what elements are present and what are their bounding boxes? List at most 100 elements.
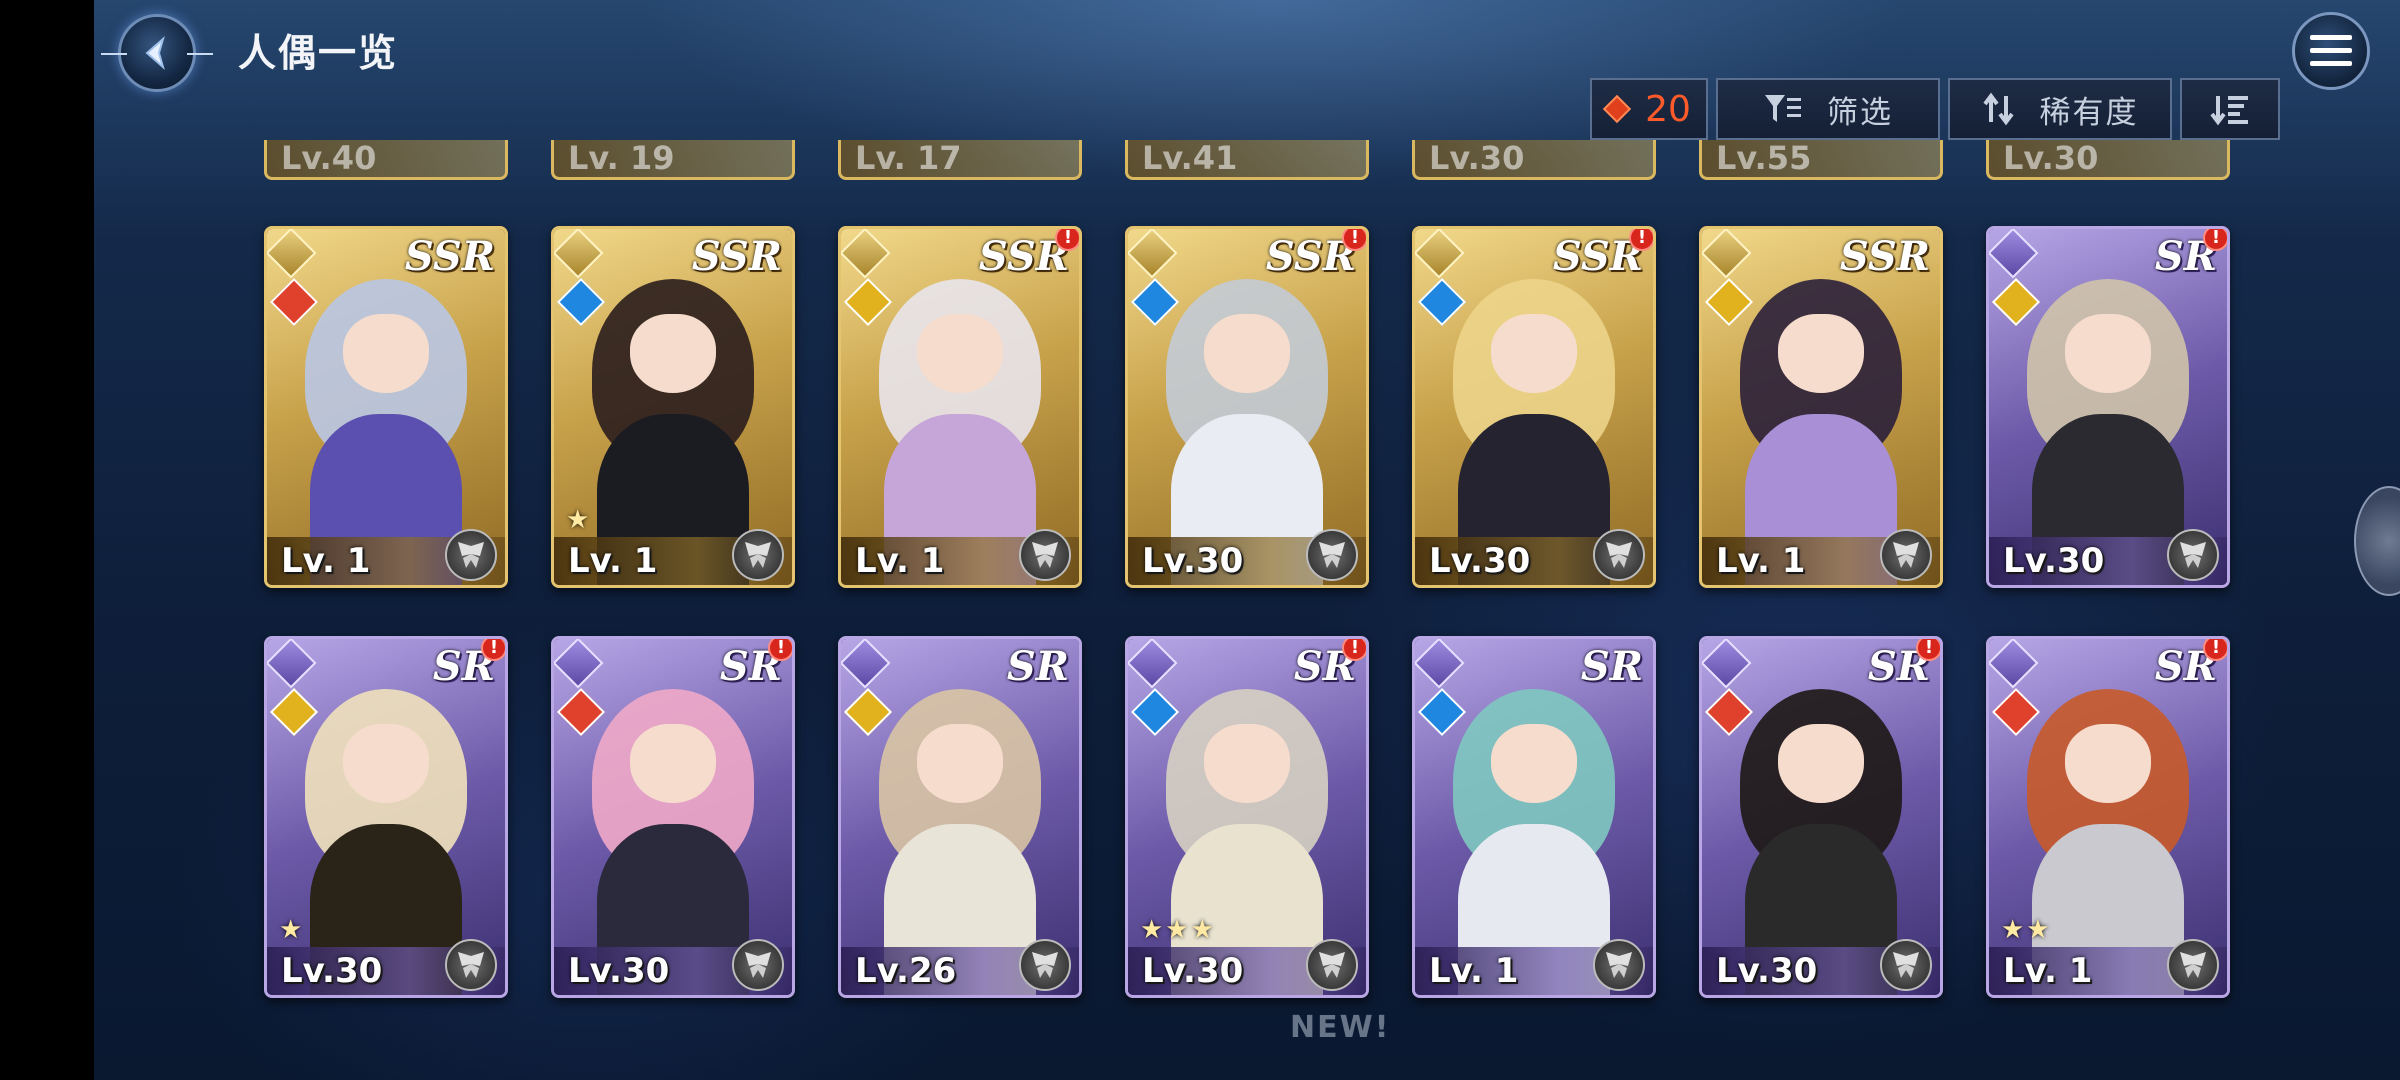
portrait-face xyxy=(630,314,716,393)
doll-level: Lv.30 xyxy=(2003,541,2105,581)
portrait-face xyxy=(343,724,429,803)
doll-card[interactable]: SR ! Lv.30 xyxy=(551,636,795,998)
alert-icon: ! xyxy=(2203,229,2227,251)
partial-card-level: Lv.55 xyxy=(1716,140,1812,177)
partial-card[interactable]: Lv. 17 xyxy=(838,140,1082,180)
sort-order-button[interactable] xyxy=(2180,78,2280,140)
sort-descending-icon xyxy=(2210,96,2248,126)
moth-emblem-icon xyxy=(1306,529,1358,581)
portrait-face xyxy=(917,724,1003,803)
moth-emblem-icon xyxy=(1019,529,1071,581)
moth-emblem-icon xyxy=(445,529,497,581)
black-side-bar xyxy=(0,0,94,1080)
alert-icon: ! xyxy=(768,639,792,661)
rarity-badge: SSR xyxy=(404,233,495,280)
moth-emblem-icon xyxy=(1880,529,1932,581)
alert-icon: ! xyxy=(2203,639,2227,661)
menu-button[interactable] xyxy=(2292,12,2370,90)
doll-level: Lv.30 xyxy=(1142,541,1244,581)
doll-card[interactable]: SR ! ★★★ Lv.30 xyxy=(1125,636,1369,998)
partial-card[interactable]: Lv.41 xyxy=(1125,140,1369,180)
doll-card[interactable]: SSR Lv. 1 xyxy=(264,226,508,588)
moth-emblem-icon xyxy=(445,939,497,991)
moth-emblem-icon xyxy=(732,939,784,991)
doll-card[interactable]: SSR ! Lv.30 xyxy=(1125,226,1369,588)
partial-card-level: Lv. 19 xyxy=(568,140,675,177)
moth-emblem-icon xyxy=(1306,939,1358,991)
doll-card[interactable]: SR ! ★★ Lv. 1 xyxy=(1986,636,2230,998)
doll-level: Lv. 1 xyxy=(2003,951,2093,991)
back-button[interactable] xyxy=(101,14,213,92)
portrait-face xyxy=(917,314,1003,393)
doll-card[interactable]: SR Lv.26 xyxy=(838,636,1082,998)
alert-icon: ! xyxy=(1916,639,1940,661)
doll-card[interactable]: SSR ! Lv. 1 xyxy=(838,226,1082,588)
portrait-face xyxy=(343,314,429,393)
doll-card[interactable]: SSR ★ Lv. 1 xyxy=(551,226,795,588)
page-title: 人偶一览 xyxy=(238,31,399,75)
moth-emblem-icon xyxy=(2167,529,2219,581)
alert-icon: ! xyxy=(1629,229,1653,251)
partial-card-level: Lv.30 xyxy=(1429,140,1525,177)
doll-level: Lv.30 xyxy=(1142,951,1244,991)
doll-card[interactable]: SR ! ★ Lv.30 xyxy=(264,636,508,998)
partial-card-level: Lv.30 xyxy=(2003,140,2099,177)
filter-icon xyxy=(1765,95,1801,122)
partial-card-level: Lv.41 xyxy=(1142,140,1238,177)
rarity-badge: SSR xyxy=(1839,233,1930,280)
back-arrow-icon xyxy=(145,36,165,70)
doll-level: Lv. 1 xyxy=(855,541,945,581)
doll-level: Lv. 1 xyxy=(568,541,658,581)
doll-card[interactable]: SSR Lv. 1 xyxy=(1699,226,1943,588)
rarity-badge: SR xyxy=(1006,643,1069,690)
doll-level: Lv. 1 xyxy=(1716,541,1806,581)
portrait-face xyxy=(630,724,716,803)
star-rating: ★ xyxy=(279,915,305,945)
star-rating: ★ xyxy=(566,505,592,535)
partial-card[interactable]: Lv.30 xyxy=(1412,140,1656,180)
doll-count-display: 20 xyxy=(1590,78,1708,140)
partial-card-level: Lv. 17 xyxy=(855,140,962,177)
alert-icon: ! xyxy=(1342,639,1366,661)
doll-level: Lv.30 xyxy=(1429,541,1531,581)
moth-emblem-icon xyxy=(732,529,784,581)
doll-level: Lv.26 xyxy=(855,951,957,991)
rarity-sort-button[interactable]: 稀有度 xyxy=(1948,78,2172,140)
portrait-face xyxy=(1491,314,1577,393)
partial-card[interactable]: Lv.55 xyxy=(1699,140,1943,180)
doll-level: Lv.30 xyxy=(568,951,670,991)
new-label: NEW! xyxy=(1290,1010,1391,1045)
portrait-face xyxy=(1491,724,1577,803)
partial-card[interactable]: Lv.30 xyxy=(1986,140,2230,180)
alert-icon: ! xyxy=(1055,229,1079,251)
rarity-label: 稀有度 xyxy=(2039,94,2139,131)
star-rating: ★★★ xyxy=(1140,915,1216,945)
doll-level: Lv. 1 xyxy=(281,541,371,581)
diamond-icon xyxy=(1602,94,1632,124)
portrait-face xyxy=(1778,314,1864,393)
portrait-face xyxy=(1204,314,1290,393)
moth-emblem-icon xyxy=(1880,939,1932,991)
doll-card[interactable]: SR Lv. 1 xyxy=(1412,636,1656,998)
partial-card[interactable]: Lv.40 xyxy=(264,140,508,180)
doll-level: Lv.30 xyxy=(1716,951,1818,991)
partial-card[interactable]: Lv. 19 xyxy=(551,140,795,180)
portrait-face xyxy=(1778,724,1864,803)
star-rating: ★★ xyxy=(2001,915,2052,945)
alert-icon: ! xyxy=(481,639,505,661)
doll-level: Lv.30 xyxy=(281,951,383,991)
moth-emblem-icon xyxy=(1593,939,1645,991)
doll-card[interactable]: SR ! Lv.30 xyxy=(1986,226,2230,588)
doll-card[interactable]: SSR ! Lv.30 xyxy=(1412,226,1656,588)
doll-level: Lv. 1 xyxy=(1429,951,1519,991)
hamburger-menu-icon xyxy=(2310,35,2352,66)
rarity-badge: SR xyxy=(1580,643,1643,690)
portrait-face xyxy=(2065,724,2151,803)
alert-icon: ! xyxy=(1342,229,1366,251)
portrait-face xyxy=(1204,724,1290,803)
partial-card-level: Lv.40 xyxy=(281,140,377,177)
filter-button[interactable]: 筛选 xyxy=(1716,78,1940,140)
moth-emblem-icon xyxy=(1593,529,1645,581)
doll-count: 20 xyxy=(1645,88,1691,130)
doll-card[interactable]: SR ! Lv.30 xyxy=(1699,636,1943,998)
